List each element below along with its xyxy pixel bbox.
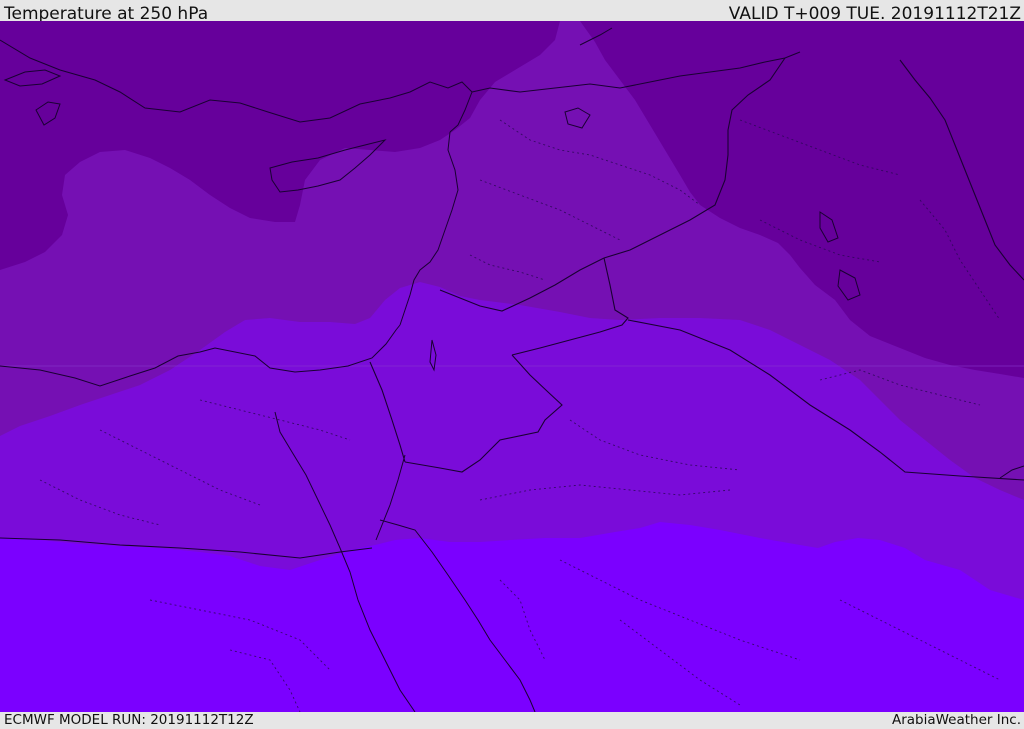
- map-header: Temperature at 250 hPa VALID T+009 TUE. …: [0, 0, 1024, 24]
- map-footer: ECMWF MODEL RUN: 20191112T12Z ArabiaWeat…: [0, 712, 1024, 729]
- temperature-map[interactable]: [0, 21, 1024, 712]
- model-run: ECMWF MODEL RUN: 20191112T12Z: [4, 712, 254, 728]
- credit-label: ArabiaWeather Inc.: [891, 712, 1021, 728]
